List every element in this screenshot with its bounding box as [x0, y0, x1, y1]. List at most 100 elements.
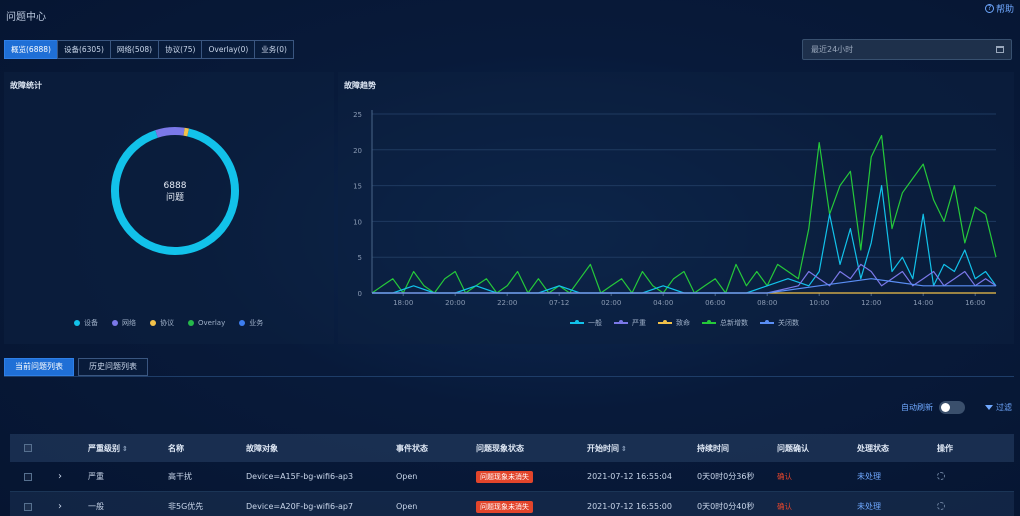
legend-general[interactable]: 一般 [570, 318, 602, 328]
help-label: 帮助 [995, 5, 1014, 15]
legend-total-new[interactable]: 总新增数 [702, 318, 748, 328]
list-tabs: 当前问题列表 历史问题列表 [4, 358, 148, 376]
cell-confirm: 确认 [777, 501, 857, 512]
tab-device[interactable]: 设备(6305) [56, 40, 111, 59]
page-title: 问题中心 [6, 12, 46, 23]
loading-icon[interactable] [937, 471, 945, 480]
issue-table: 严重级别 ⇕ 名称 故障对象 事件状态 问题现象状态 开始时间 ⇕ 持续时间 问题确… [10, 434, 1014, 516]
legend-line [570, 320, 584, 324]
cell-start-time: 2021-07-12 16:55:00 [587, 502, 672, 511]
fault-stats-title: 故障统计 [10, 81, 42, 90]
expand-icon[interactable]: › [46, 501, 88, 512]
series-line-严重 [372, 263, 997, 294]
col-name: 名称 [168, 443, 184, 453]
fault-trend-chart: 0 5 10 15 20 25 18:00 20:00 22:00 07-12 02:00 04:00… [353, 110, 997, 307]
donut-unit: 问题 [165, 193, 184, 203]
legend-service[interactable]: 业务 [239, 318, 263, 328]
cell-name: 非5G优先 [168, 502, 204, 511]
x-tick-label: 12:00 [861, 299, 881, 307]
cell-phenomenon: 问题现象未消失 [476, 470, 587, 483]
legend-major[interactable]: 严重 [614, 318, 646, 328]
legend-dot [188, 320, 194, 326]
x-tick-label: 16:00 [965, 299, 985, 307]
cell-start-time: 2021-07-12 16:55:04 [587, 472, 672, 481]
confirm-link[interactable]: 确认 [777, 472, 792, 481]
tab-service[interactable]: 业务(0) [254, 40, 294, 59]
help-link[interactable]: ? 帮助 [984, 2, 1014, 15]
select-all-checkbox[interactable] [24, 444, 32, 452]
list-divider [4, 376, 1014, 377]
legend-overlay[interactable]: Overlay [188, 318, 225, 328]
select-all-cell [10, 444, 46, 452]
process-status-link[interactable]: 未处理 [857, 472, 881, 481]
legend-label: 严重 [632, 319, 646, 327]
cell-duration: 0天0时0分40秒 [697, 502, 755, 511]
legend-label: 设备 [84, 319, 98, 327]
legend-dot [112, 320, 118, 326]
tab-overlay[interactable]: Overlay(0) [201, 40, 256, 59]
x-tick-label: 10:00 [809, 299, 829, 307]
fault-stats-panel: 故障统计 6888 问题 设备 网络 协议 Overlay 业务 [4, 72, 334, 344]
x-tick-label: 06:00 [705, 299, 725, 307]
table-row[interactable]: › 严重 高干扰 Device=A15F-bg-wifi6-ap3 Open 问… [10, 462, 1014, 492]
legend-label: Overlay [198, 319, 226, 327]
legend-label: 网络 [122, 319, 136, 327]
donut-slice-网络[interactable] [155, 127, 185, 138]
expand-icon[interactable]: › [46, 471, 88, 482]
col-phenomenon: 问题现象状态 [476, 443, 524, 453]
col-severity[interactable]: 严重级别 ⇕ [88, 443, 168, 454]
table-header: 严重级别 ⇕ 名称 故障对象 事件状态 问题现象状态 开始时间 ⇕ 持续时间 问题确… [10, 434, 1014, 462]
legend-device[interactable]: 设备 [74, 318, 98, 328]
tab-current-issues[interactable]: 当前问题列表 [4, 358, 74, 376]
row-checkbox[interactable] [24, 502, 32, 511]
sort-icon[interactable]: ⇕ [621, 445, 627, 453]
cell-duration: 0天0时0分36秒 [697, 472, 755, 481]
x-tick-label: 07-12 [549, 299, 569, 307]
y-tick-label: 25 [353, 111, 362, 119]
legend-label: 总新增数 [720, 319, 748, 327]
col-object: 故障对象 [246, 443, 278, 453]
legend-label: 协议 [160, 319, 174, 327]
sort-icon[interactable]: ⇕ [122, 445, 128, 453]
tab-network[interactable]: 网络(508) [109, 40, 160, 59]
loading-icon[interactable] [937, 501, 945, 510]
tab-history-issues[interactable]: 历史问题列表 [78, 358, 148, 376]
x-tick-label: 08:00 [757, 299, 777, 307]
y-tick-label: 15 [353, 183, 362, 191]
donut-slice-协议[interactable] [183, 127, 189, 137]
tab-protocol[interactable]: 协议(75) [158, 40, 203, 59]
donut-total: 6888 [163, 181, 187, 191]
cell-action [937, 471, 997, 482]
table-row[interactable]: › 一般 非5G优先 Device=A20F-bg-wifi6-ap7 Open… [10, 492, 1014, 516]
legend-label: 关闭数 [778, 319, 799, 327]
confirm-link[interactable]: 确认 [777, 502, 792, 511]
col-start-time-label: 开始时间 [587, 443, 619, 453]
process-status-link[interactable]: 未处理 [857, 502, 881, 511]
tab-overview[interactable]: 概览(6888) [4, 40, 58, 59]
col-start-time[interactable]: 开始时间 ⇕ [587, 443, 697, 454]
cell-confirm: 确认 [777, 471, 857, 482]
legend-network[interactable]: 网络 [112, 318, 136, 328]
col-confirm: 问题确认 [777, 443, 809, 453]
filter-icon[interactable] [985, 405, 993, 410]
calendar-icon [996, 46, 1004, 53]
row-checkbox[interactable] [24, 472, 32, 481]
time-range-picker[interactable]: 最近24小时 [802, 39, 1012, 60]
cell-phenomenon: 问题现象未消失 [476, 500, 587, 513]
fault-stats-legend: 设备 网络 协议 Overlay 业务 [74, 318, 263, 328]
legend-label: 业务 [249, 319, 264, 327]
cell-severity: 严重 [88, 472, 104, 481]
legend-line [702, 320, 716, 324]
legend-line [760, 320, 774, 324]
legend-dot [74, 320, 80, 326]
auto-refresh-toggle[interactable] [939, 401, 965, 414]
cell-event-status: Open [396, 472, 418, 481]
legend-critical[interactable]: 致命 [658, 318, 690, 328]
fault-trend-legend: 一般 严重 致命 总新增数 关闭数 [570, 318, 799, 328]
col-event-status: 事件状态 [396, 443, 428, 453]
cell-object: Device=A15F-bg-wifi6-ap3 [246, 472, 354, 481]
legend-protocol[interactable]: 协议 [150, 318, 174, 328]
col-duration: 持续时间 [697, 443, 729, 453]
legend-closed[interactable]: 关闭数 [760, 318, 799, 328]
filter-button[interactable]: 过滤 [996, 402, 1012, 413]
